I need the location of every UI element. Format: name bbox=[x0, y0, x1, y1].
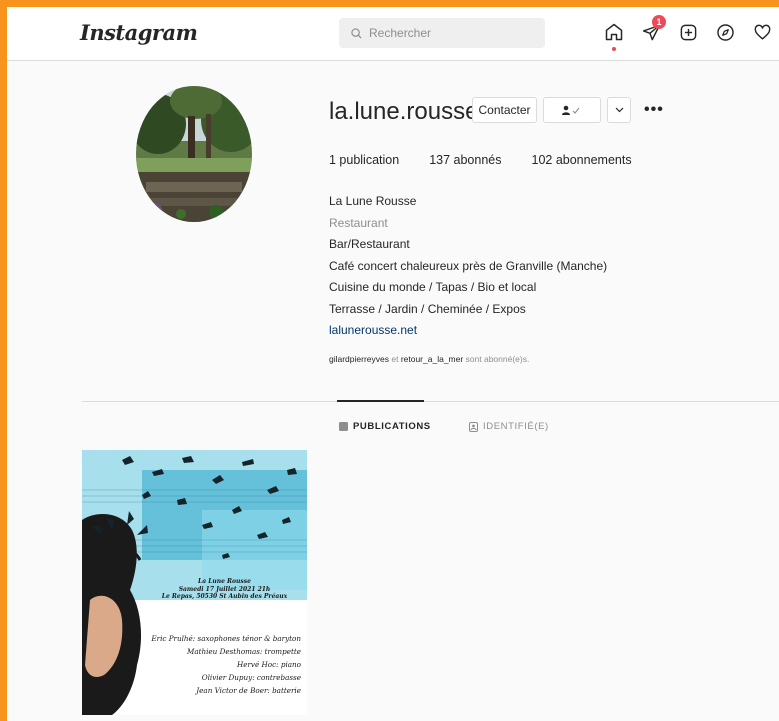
poster-date: Samedi 17 Juillet 2021 21h bbox=[178, 585, 271, 593]
tab-publications-label: PUBLICATIONS bbox=[353, 421, 431, 432]
heart-icon bbox=[754, 24, 770, 40]
poster-credit-line: Mathieu Desthomas: trompette bbox=[186, 647, 301, 656]
explore-button[interactable] bbox=[714, 21, 736, 43]
bio-line: Bar/Restaurant bbox=[329, 237, 410, 251]
following-count[interactable]: 102 abonnements bbox=[532, 153, 632, 167]
profile-bio: La Lune Rousse Restaurant Bar/Restaurant… bbox=[329, 191, 607, 342]
profile-username: la.lune.rousse bbox=[329, 98, 479, 125]
activity-button[interactable] bbox=[751, 21, 773, 43]
top-navbar: Instagram 1 bbox=[7, 7, 779, 61]
options-icon[interactable]: ••• bbox=[644, 101, 664, 119]
frame-border-left bbox=[0, 0, 7, 721]
followed-by-conjunction: et bbox=[389, 354, 401, 364]
followers-count[interactable]: 137 abonnés bbox=[429, 153, 501, 167]
following-button[interactable] bbox=[543, 97, 601, 123]
frame-border-top bbox=[0, 0, 779, 7]
bio-website-link[interactable]: lalunerousse.net bbox=[329, 320, 607, 342]
profile-stats: 1 publication 137 abonnés 102 abonnement… bbox=[329, 153, 662, 167]
compass-icon bbox=[716, 23, 734, 41]
poster-venue: La Lune Rousse bbox=[198, 578, 251, 585]
profile-avatar[interactable] bbox=[136, 86, 252, 222]
nav-icons: 1 bbox=[603, 15, 773, 51]
search-icon bbox=[351, 27, 362, 39]
bio-line: Café concert chaleureux près de Granvill… bbox=[329, 258, 608, 273]
poster-credits: Eric Prulhé: saxophones ténor & baryton … bbox=[82, 632, 307, 697]
followed-by-suffix: sont abonné(e)s. bbox=[463, 354, 530, 364]
posts-count: 1 publication bbox=[329, 153, 400, 167]
instagram-logo[interactable]: Instagram bbox=[80, 20, 198, 45]
tabs-divider bbox=[82, 401, 779, 402]
contact-button[interactable]: Contacter bbox=[472, 97, 537, 123]
followed-by-text: gilardpierreyves et retour_a_la_mer sont… bbox=[329, 354, 529, 364]
tab-tagged[interactable]: IDENTIFIÉ(E) bbox=[469, 421, 549, 432]
active-tab-indicator bbox=[337, 400, 424, 402]
chevron-down-icon bbox=[615, 107, 623, 113]
suggestions-dropdown-button[interactable] bbox=[607, 97, 631, 123]
search-input[interactable] bbox=[369, 26, 529, 40]
tab-tagged-label: IDENTIFIÉ(E) bbox=[483, 421, 549, 432]
plus-square-icon bbox=[680, 24, 696, 40]
home-button[interactable] bbox=[603, 21, 625, 51]
bio-full-name: La Lune Rousse bbox=[329, 194, 417, 208]
followed-by-user-2[interactable]: retour_a_la_mer bbox=[401, 354, 463, 364]
home-active-dot bbox=[612, 47, 616, 51]
poster-header: La Lune Rousse Samedi 17 Juillet 2021 21… bbox=[82, 578, 307, 601]
home-icon bbox=[605, 23, 623, 41]
notification-badge: 1 bbox=[652, 15, 666, 29]
poster-address: Le Repas, 50530 St Aubin des Préaux bbox=[161, 593, 288, 600]
poster-credit-line: Hervé Hoc: piano bbox=[236, 660, 301, 669]
bio-line: Terrasse / Jardin / Cheminée / Expos bbox=[329, 301, 526, 316]
poster-credit-line: Jean Victor de Boer: batterie bbox=[196, 686, 301, 695]
person-check-icon bbox=[562, 105, 580, 115]
poster-credit-line: Eric Prulhé: saxophones ténor & baryton bbox=[151, 634, 301, 643]
tagged-user-icon bbox=[469, 421, 478, 432]
direct-button[interactable]: 1 bbox=[640, 15, 666, 43]
bio-category: Restaurant bbox=[329, 215, 388, 230]
bio-line: Cuisine du monde / Tapas / Bio et local bbox=[329, 280, 537, 294]
followed-by-user-1[interactable]: gilardpierreyves bbox=[329, 354, 389, 364]
page-frame: Instagram 1 bbox=[0, 0, 779, 721]
tab-publications[interactable]: PUBLICATIONS bbox=[339, 421, 431, 432]
search-box[interactable] bbox=[339, 18, 545, 48]
new-post-button[interactable] bbox=[677, 21, 699, 43]
garden-photo bbox=[136, 86, 252, 222]
poster-credit-line: Olivier Dupuy: contrebasse bbox=[201, 673, 301, 682]
grid-icon bbox=[339, 422, 348, 431]
post-thumbnail[interactable]: La Lune Rousse Samedi 17 Juillet 2021 21… bbox=[82, 450, 307, 715]
